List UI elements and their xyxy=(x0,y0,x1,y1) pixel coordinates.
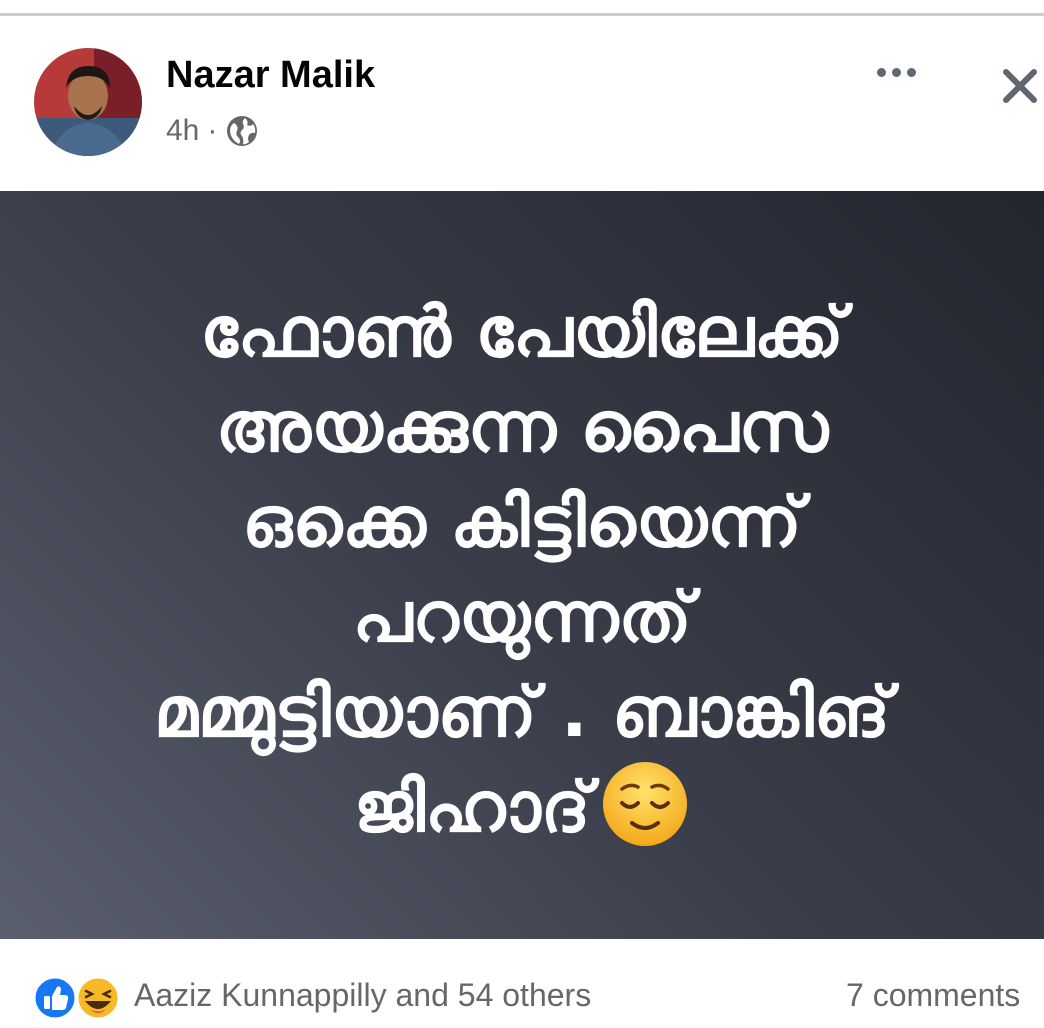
post-line: ഫോൺ പേയിലേക്ക് xyxy=(200,291,844,374)
post-line: ഒക്കെ കിട്ടിയെന്ന് xyxy=(242,481,802,564)
post-text-background[interactable]: ഫോൺ പേയിലേക്ക് അയക്കുന്ന പൈസ ഒക്കെ കിട്ട… xyxy=(0,191,1044,939)
post-footer: Aaziz Kunnappilly and 54 others 7 commen… xyxy=(0,939,1044,1028)
post-time[interactable]: 4h xyxy=(166,114,199,148)
author-avatar[interactable] xyxy=(34,48,142,156)
post-line: ജിഹാദ് xyxy=(353,766,591,849)
haha-icon xyxy=(75,975,121,1021)
close-button[interactable] xyxy=(996,62,1044,110)
meta-separator: · xyxy=(207,114,218,147)
reaction-icons[interactable] xyxy=(32,975,124,1021)
post-header: Nazar Malik 4h · xyxy=(0,16,1044,190)
comments-count[interactable]: 7 comments xyxy=(846,977,1020,1014)
relieved-face-emoji xyxy=(600,759,690,849)
dot-icon xyxy=(906,67,916,77)
close-icon xyxy=(1003,69,1037,103)
dot-icon xyxy=(891,67,901,77)
top-divider xyxy=(0,0,1044,16)
more-options-button[interactable] xyxy=(866,56,926,88)
post-line: അയക്കുന്ന പൈസ xyxy=(215,386,829,469)
like-icon xyxy=(32,975,78,1021)
reactors-summary[interactable]: Aaziz Kunnappilly and 54 others xyxy=(134,977,591,1014)
post-body: ഫോൺ പേയിലേക്ക് അയക്കുന്ന പൈസ ഒക്കെ കിട്ട… xyxy=(42,285,1002,857)
post-meta: 4h · xyxy=(166,114,259,148)
post-line: പറയുന്നത് xyxy=(352,576,692,659)
author-name[interactable]: Nazar Malik xyxy=(166,54,375,97)
post-line-last: ജിഹാദ് xyxy=(42,760,1002,857)
dot-icon xyxy=(876,67,886,77)
globe-icon[interactable] xyxy=(225,114,259,148)
post-line: മമ്മുട്ടിയാണ് . ബാങ്കിങ് xyxy=(153,671,891,754)
